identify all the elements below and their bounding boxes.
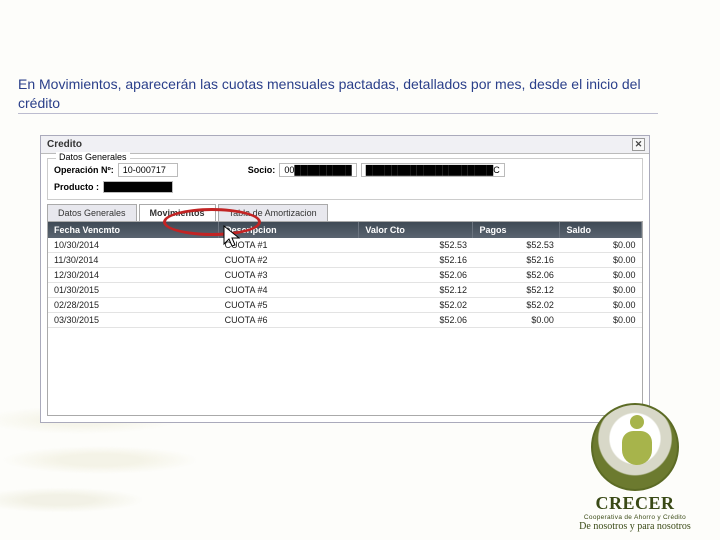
cell-valor: $52.53	[359, 238, 473, 253]
credito-window: Credito ✕ Datos Generales Operación Nº: …	[40, 135, 650, 423]
cell-fecha: 03/30/2015	[48, 313, 219, 328]
cell-fecha: 10/30/2014	[48, 238, 219, 253]
brand-figure-icon	[619, 415, 655, 467]
col-pagos: Pagos	[473, 222, 560, 238]
cell-valor: $52.02	[359, 298, 473, 313]
operacion-value: 10-000717	[118, 163, 178, 177]
datos-generales-group: Datos Generales Operación Nº: 10-000717 …	[47, 158, 643, 200]
cell-valor: $52.12	[359, 283, 473, 298]
cell-fecha: 12/30/2014	[48, 268, 219, 283]
movimientos-table: Fecha Vencmto Descripcion Valor Cto Pago…	[48, 222, 642, 328]
cell-fecha: 02/28/2015	[48, 298, 219, 313]
cell-fecha: 11/30/2014	[48, 253, 219, 268]
cell-saldo: $0.00	[560, 298, 642, 313]
window-titlebar: Credito ✕	[41, 136, 649, 154]
cell-desc: CUOTA #2	[219, 253, 359, 268]
table-row[interactable]: 10/30/2014CUOTA #1$52.53$52.53$0.00	[48, 238, 642, 253]
cell-desc: CUOTA #6	[219, 313, 359, 328]
movimientos-panel: Fecha Vencmto Descripcion Valor Cto Pago…	[47, 221, 643, 416]
table-row[interactable]: 11/30/2014CUOTA #2$52.16$52.16$0.00	[48, 253, 642, 268]
col-saldo: Saldo	[560, 222, 642, 238]
cell-desc: CUOTA #5	[219, 298, 359, 313]
col-valor: Valor Cto	[359, 222, 473, 238]
instruction-text: En Movimientos, aparecerán las cuotas me…	[18, 75, 668, 113]
tab-movimientos[interactable]: Movimientos	[139, 204, 216, 221]
field-operacion: Operación Nº: 10-000717	[54, 163, 178, 177]
operacion-label: Operación Nº:	[54, 165, 114, 175]
cell-saldo: $0.00	[560, 238, 642, 253]
brand-title: CRECER	[560, 493, 710, 514]
brand-subtitle-2: De nosotros y para nosotros	[560, 521, 710, 532]
field-producto: Producto :	[54, 181, 636, 193]
cell-saldo: $0.00	[560, 283, 642, 298]
table-row[interactable]: 02/28/2015CUOTA #5$52.02$52.02$0.00	[48, 298, 642, 313]
cell-fecha: 01/30/2015	[48, 283, 219, 298]
col-fecha: Fecha Vencmto	[48, 222, 219, 238]
cell-pagos: $52.53	[473, 238, 560, 253]
table-row[interactable]: 03/30/2015CUOTA #6$52.06$0.00$0.00	[48, 313, 642, 328]
group-legend: Datos Generales	[56, 152, 130, 162]
cell-pagos: $52.02	[473, 298, 560, 313]
cell-valor: $52.06	[359, 268, 473, 283]
cell-pagos: $52.12	[473, 283, 560, 298]
brand-subtitle-1: Cooperativa de Ahorro y Crédito	[560, 514, 710, 521]
table-row[interactable]: 12/30/2014CUOTA #3$52.06$52.06$0.00	[48, 268, 642, 283]
cell-saldo: $0.00	[560, 253, 642, 268]
socio-name-value: ████████████████████C	[361, 163, 505, 177]
tab-tabla-amortizacion[interactable]: Tabla de Amortizacion	[218, 204, 328, 221]
close-icon[interactable]: ✕	[632, 138, 645, 151]
window-title: Credito	[47, 139, 82, 150]
brand-circle-icon	[591, 403, 679, 491]
socio-id-value: 00█████████	[279, 163, 356, 177]
cell-pagos: $0.00	[473, 313, 560, 328]
cell-valor: $52.16	[359, 253, 473, 268]
tab-datos-generales[interactable]: Datos Generales	[47, 204, 137, 221]
cell-pagos: $52.16	[473, 253, 560, 268]
field-socio: Socio: 00█████████ ████████████████████C	[248, 163, 505, 177]
table-row[interactable]: 01/30/2015CUOTA #4$52.12$52.12$0.00	[48, 283, 642, 298]
socio-label: Socio:	[248, 165, 276, 175]
cell-saldo: $0.00	[560, 313, 642, 328]
cell-valor: $52.06	[359, 313, 473, 328]
cell-desc: CUOTA #4	[219, 283, 359, 298]
cell-pagos: $52.06	[473, 268, 560, 283]
producto-value	[103, 181, 173, 193]
cell-saldo: $0.00	[560, 268, 642, 283]
brand-logo-block: CRECER Cooperativa de Ahorro y Crédito D…	[560, 403, 710, 532]
tabs-bar: Datos Generales Movimientos Tabla de Amo…	[47, 204, 643, 221]
cell-desc: CUOTA #3	[219, 268, 359, 283]
instruction-underline	[18, 113, 658, 114]
producto-label: Producto :	[54, 182, 99, 192]
